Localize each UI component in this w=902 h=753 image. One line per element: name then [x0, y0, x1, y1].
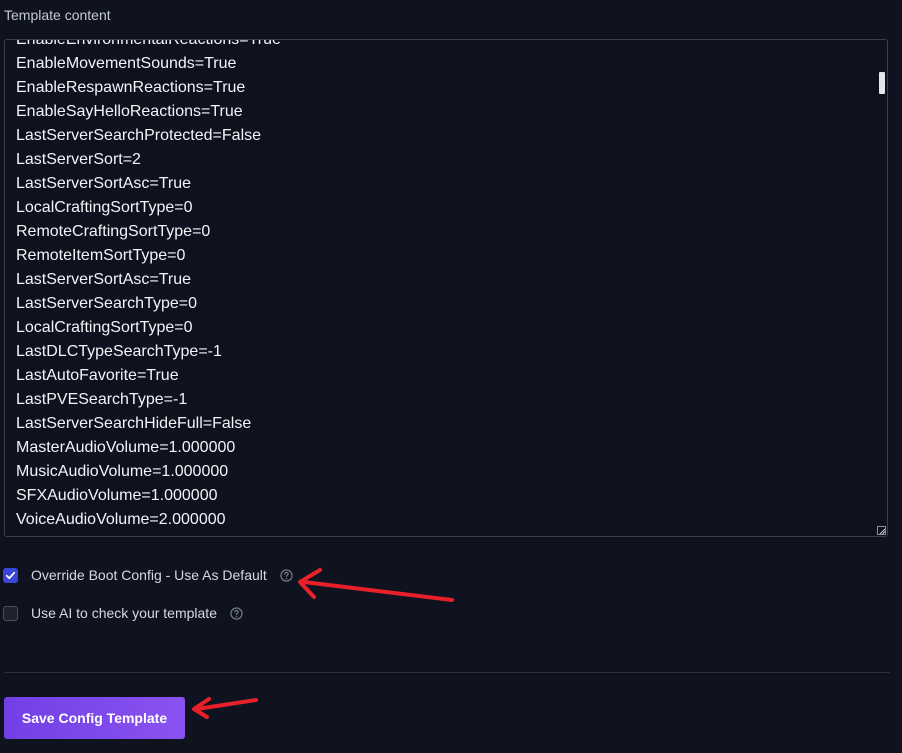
resize-handle-icon[interactable] — [877, 526, 886, 535]
override-boot-config-label: Override Boot Config - Use As Default — [31, 567, 267, 583]
override-boot-config-checkbox[interactable] — [3, 567, 18, 583]
save-config-template-button[interactable]: Save Config Template — [4, 697, 185, 739]
annotation-arrow-icon — [298, 568, 454, 602]
template-line: EnableMovementSounds=True — [16, 55, 237, 72]
annotation-arrow-icon — [192, 697, 258, 719]
template-line: CharacterAudioVolume=1.000000 — [16, 532, 871, 536]
template-line: EnableEnvironmentalReactions=True — [16, 39, 281, 48]
textarea-scrollbar[interactable] — [877, 40, 887, 536]
template-line: LastAutoFavorite=True — [16, 367, 179, 384]
template-line: LastServerSearchHideFull=False — [16, 415, 252, 432]
template-line: RemoteItemSortType=0 — [16, 247, 186, 264]
template-line: LastServerSortAsc=True — [16, 175, 192, 192]
scrollbar-thumb[interactable] — [879, 72, 885, 94]
template-line: LastServerSearchType=0 — [16, 295, 197, 312]
ai-check-option[interactable]: Use AI to check your template — [3, 605, 243, 621]
template-line: MusicAudioVolume=1.000000 — [16, 463, 229, 480]
template-line: MasterAudioVolume=1.000000 — [16, 439, 236, 456]
template-content-textarea[interactable]: EnableEnvironmentalReactions=True EnableM… — [4, 39, 888, 537]
template-line: LastDLCTypeSearchType=-1 — [16, 343, 222, 360]
template-line: LastServerSearchProtected=False — [16, 127, 262, 144]
ai-check-label: Use AI to check your template — [31, 605, 217, 621]
template-line: EnableRespawnReactions=True — [16, 79, 246, 96]
template-line: RemoteCraftingSortType=0 — [16, 223, 211, 240]
ai-check-checkbox[interactable] — [3, 605, 18, 621]
checkmark-icon — [5, 571, 16, 579]
template-line: LocalCraftingSortType=0 — [16, 199, 193, 216]
template-line: EnableSayHelloReactions=True — [16, 103, 243, 120]
section-divider — [4, 672, 890, 673]
template-content-label: Template content — [4, 7, 111, 23]
template-lines: EnableEnvironmentalReactions=True EnableM… — [16, 39, 871, 536]
template-line: LastServerSortAsc=True — [16, 271, 192, 288]
template-line: LastPVESearchType=-1 — [16, 391, 188, 408]
template-line: LocalCraftingSortType=0 — [16, 319, 193, 336]
config-template-page: Template content EnableEnvironmentalReac… — [0, 0, 902, 753]
override-boot-config-option[interactable]: Override Boot Config - Use As Default — [3, 567, 293, 583]
template-line: LastServerSort=2 — [16, 151, 141, 168]
question-circle-icon[interactable] — [230, 606, 243, 620]
template-line: SFXAudioVolume=1.000000 — [16, 487, 218, 504]
template-line: VoiceAudioVolume=2.000000 — [16, 511, 226, 528]
